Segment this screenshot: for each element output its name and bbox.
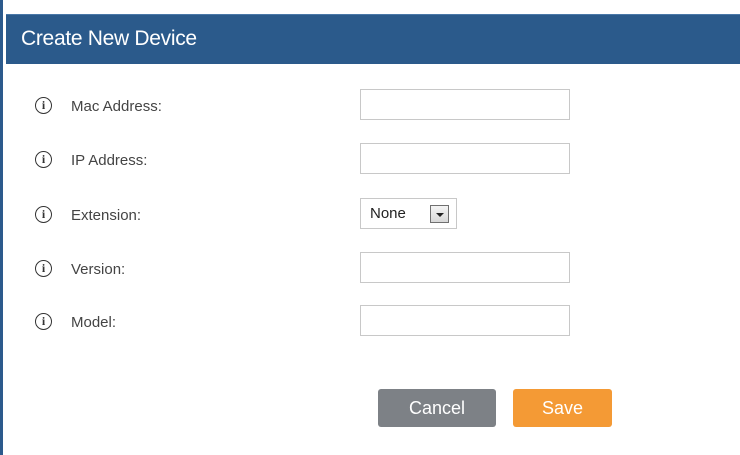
chevron-down-icon[interactable] xyxy=(430,205,449,223)
mac-address-label: Mac Address: xyxy=(71,98,162,115)
version-row: i Version: xyxy=(3,252,740,284)
version-label: Version: xyxy=(71,261,126,278)
model-row: i Model: xyxy=(3,305,740,337)
info-icon[interactable]: i xyxy=(35,260,52,277)
save-button[interactable]: Save xyxy=(513,389,612,427)
mac-address-input[interactable] xyxy=(360,89,570,120)
info-icon[interactable]: i xyxy=(35,313,52,330)
extension-select[interactable]: None xyxy=(360,198,457,229)
model-label: Model: xyxy=(71,314,117,331)
ip-address-row: i IP Address: xyxy=(3,143,740,175)
info-icon[interactable]: i xyxy=(35,151,52,168)
extension-select-value: None xyxy=(370,205,406,222)
extension-label: Extension: xyxy=(71,207,142,224)
create-device-dialog: Create New Device i Mac Address: i IP Ad… xyxy=(0,0,740,455)
version-input[interactable] xyxy=(360,252,570,283)
info-icon[interactable]: i xyxy=(35,97,52,114)
ip-address-input[interactable] xyxy=(360,143,570,174)
mac-address-row: i Mac Address: xyxy=(3,89,740,121)
dialog-title: Create New Device xyxy=(21,27,197,50)
cancel-button[interactable]: Cancel xyxy=(378,389,496,427)
info-icon[interactable]: i xyxy=(35,206,52,223)
extension-row: i Extension: None xyxy=(3,198,740,230)
ip-address-label: IP Address: xyxy=(71,152,148,169)
model-input[interactable] xyxy=(360,305,570,336)
dialog-header: Create New Device xyxy=(6,14,740,64)
